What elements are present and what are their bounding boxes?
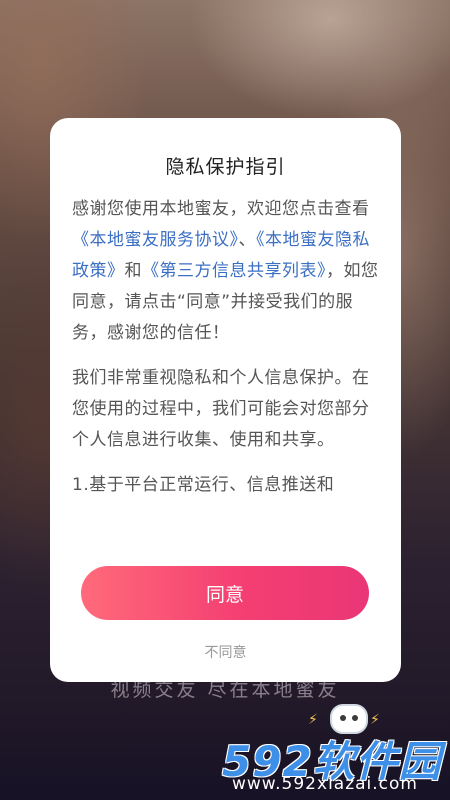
intro-text: 感谢您使用本地蜜友，欢迎您点击查看 xyxy=(72,199,370,219)
agree-button[interactable]: 同意 xyxy=(81,566,369,620)
privacy-dialog: 隐私保护指引 感谢您使用本地蜜友，欢迎您点击查看《本地蜜友服务协议》、《本地蜜友… xyxy=(50,118,401,682)
spark-icon: ⚡ xyxy=(370,712,380,728)
separator-text: 、 xyxy=(238,230,256,250)
third-party-list-link[interactable]: 《第三方信息共享列表》 xyxy=(142,261,326,281)
service-agreement-link[interactable]: 《本地蜜友服务协议》 xyxy=(72,230,239,250)
spark-icon: ⚡ xyxy=(308,712,318,728)
disagree-link[interactable]: 不同意 xyxy=(50,642,401,662)
dialog-title: 隐私保护指引 xyxy=(165,156,286,178)
clause-paragraph: 1.基于平台正常运行、信息推送和 xyxy=(72,475,335,495)
watermark-url: www.592xiazai.com xyxy=(232,774,418,794)
separator-text: 和 xyxy=(124,261,142,281)
dialog-content[interactable]: 感谢您使用本地蜜友，欢迎您点击查看《本地蜜友服务协议》、《本地蜜友隐私政策》和《… xyxy=(72,194,380,542)
intro-paragraph: 感谢您使用本地蜜友，欢迎您点击查看《本地蜜友服务协议》、《本地蜜友隐私政策》和《… xyxy=(72,194,380,349)
privacy-paragraph: 我们非常重视隐私和个人信息保护。在您使用的过程中，我们可能会对您部分个人信息进行… xyxy=(72,368,370,450)
content-fade xyxy=(50,514,401,544)
